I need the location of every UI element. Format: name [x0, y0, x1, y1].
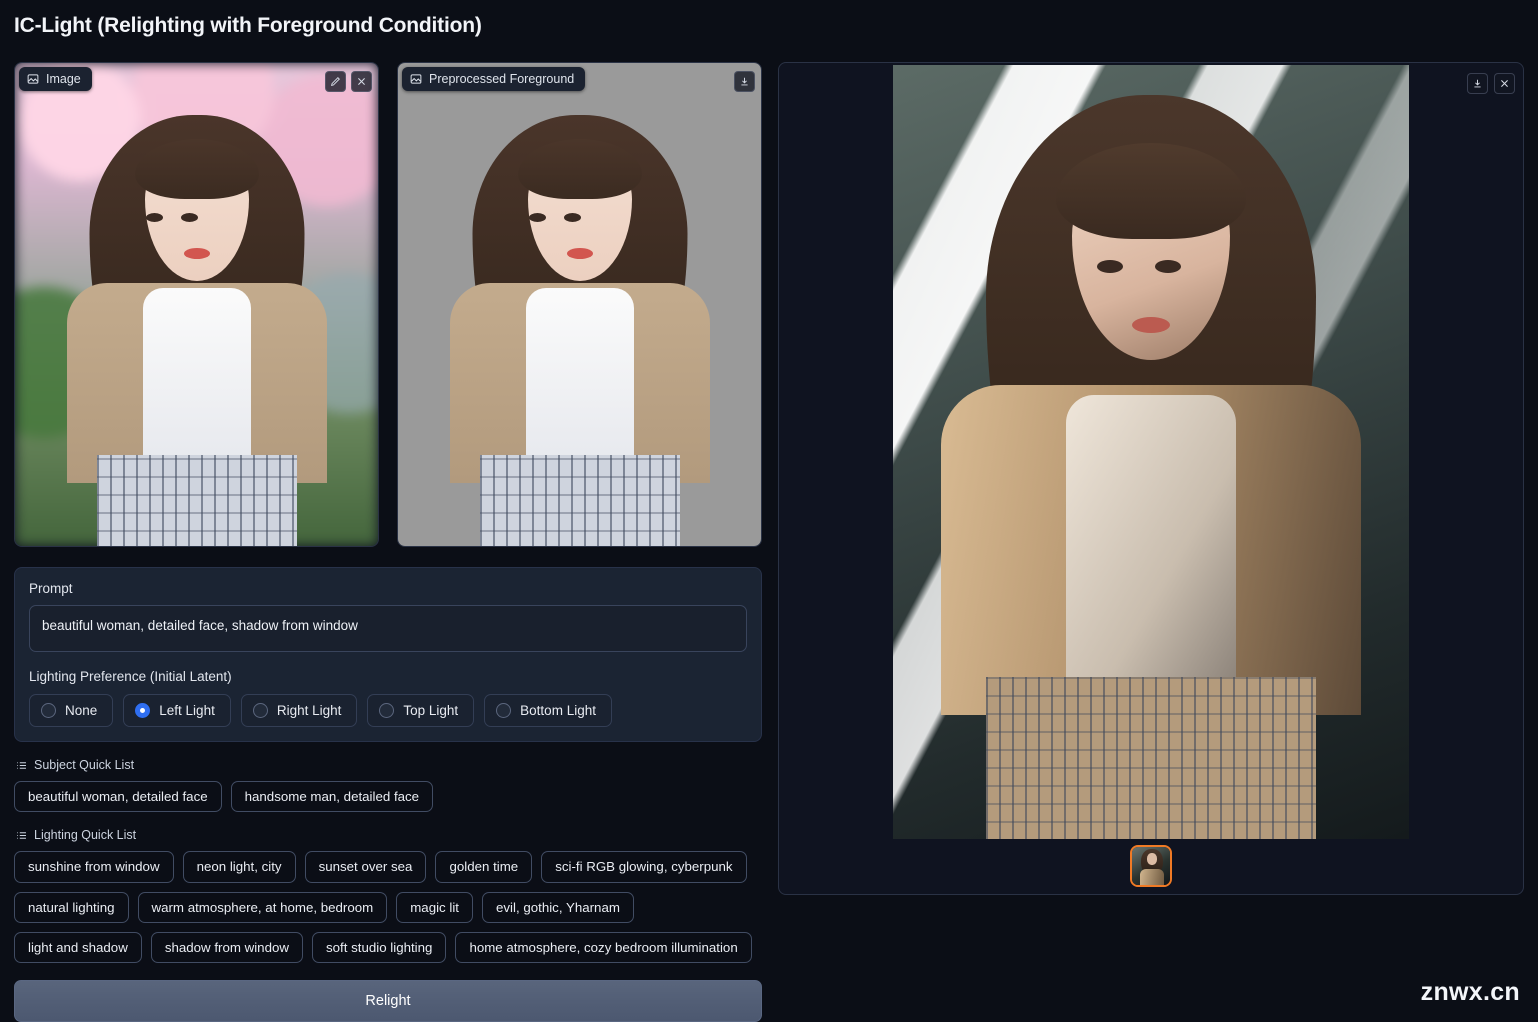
- close-result-button[interactable]: [1494, 73, 1515, 94]
- edit-image-button[interactable]: [325, 71, 346, 92]
- download-foreground-button[interactable]: [734, 71, 755, 92]
- left-column: Image: [14, 62, 762, 1022]
- radio-indicator: [41, 703, 56, 718]
- subject-quick-list-header: Subject Quick List: [16, 758, 762, 772]
- list-icon: [16, 830, 27, 841]
- prompt-label: Prompt: [29, 581, 747, 596]
- radio-indicator: [135, 703, 150, 718]
- preprocessed-foreground-panel[interactable]: Preprocessed Foreground: [397, 62, 762, 547]
- lighting-quick-list-label: Lighting Quick List: [34, 828, 136, 842]
- list-icon: [16, 760, 27, 771]
- preprocessed-foreground-image: [398, 63, 761, 546]
- input-image-tag: Image: [19, 67, 92, 91]
- lighting-chip[interactable]: shadow from window: [151, 932, 303, 963]
- prompt-input[interactable]: [29, 605, 747, 652]
- lighting-preference-options: None Left Light Right Light Top Light Bo: [29, 694, 747, 727]
- lighting-chip[interactable]: magic lit: [396, 892, 473, 923]
- site-watermark: znwx.cn: [1421, 978, 1520, 1007]
- lighting-chip[interactable]: evil, gothic, Yharnam: [482, 892, 634, 923]
- gallery-thumbnail[interactable]: [1130, 845, 1172, 887]
- lighting-preference-label: Lighting Preference (Initial Latent): [29, 669, 747, 684]
- input-image-panel[interactable]: Image: [14, 62, 379, 547]
- lighting-chip[interactable]: golden time: [435, 851, 532, 882]
- download-result-button[interactable]: [1467, 73, 1488, 94]
- lighting-chip[interactable]: sci-fi RGB glowing, cyberpunk: [541, 851, 746, 882]
- radio-indicator: [379, 703, 394, 718]
- lighting-chip[interactable]: sunshine from window: [14, 851, 174, 882]
- subject-quick-list-label: Subject Quick List: [34, 758, 134, 772]
- subject-chip[interactable]: handsome man, detailed face: [231, 781, 433, 812]
- lighting-chip[interactable]: home atmosphere, cozy bedroom illuminati…: [455, 932, 751, 963]
- relight-button[interactable]: Relight: [14, 980, 762, 1022]
- result-image[interactable]: [893, 65, 1409, 839]
- radio-indicator: [496, 703, 511, 718]
- preprocessed-foreground-tag: Preprocessed Foreground: [402, 67, 585, 91]
- lighting-chip[interactable]: soft studio lighting: [312, 932, 446, 963]
- radio-label: Right Light: [277, 703, 342, 718]
- input-image: [15, 63, 378, 546]
- result-toolbar: [1467, 73, 1515, 94]
- page-title: IC-Light (Relighting with Foreground Con…: [14, 14, 482, 38]
- input-image-toolbar: [325, 71, 372, 92]
- lighting-preference-group: Lighting Preference (Initial Latent) Non…: [29, 669, 747, 727]
- lighting-chip[interactable]: warm atmosphere, at home, bedroom: [138, 892, 388, 923]
- image-icon: [410, 73, 422, 85]
- result-panel: [778, 62, 1524, 895]
- radio-option-top-light[interactable]: Top Light: [367, 694, 474, 727]
- radio-option-bottom-light[interactable]: Bottom Light: [484, 694, 612, 727]
- lighting-chip[interactable]: sunset over sea: [305, 851, 427, 882]
- radio-label: None: [65, 703, 97, 718]
- lighting-quick-list-header: Lighting Quick List: [16, 828, 762, 842]
- lighting-chip[interactable]: neon light, city: [183, 851, 296, 882]
- preprocessed-foreground-toolbar: [734, 71, 755, 92]
- image-icon: [27, 73, 39, 85]
- radio-option-none[interactable]: None: [29, 694, 113, 727]
- input-images-row: Image: [14, 62, 762, 547]
- preprocessed-foreground-tag-label: Preprocessed Foreground: [429, 72, 574, 86]
- radio-label: Top Light: [403, 703, 458, 718]
- lighting-chip[interactable]: natural lighting: [14, 892, 129, 923]
- prompt-card: Prompt Lighting Preference (Initial Late…: [14, 567, 762, 742]
- lighting-quick-list-chips: sunshine from window neon light, city su…: [14, 851, 762, 963]
- lighting-chip[interactable]: light and shadow: [14, 932, 142, 963]
- radio-label: Bottom Light: [520, 703, 596, 718]
- radio-indicator: [253, 703, 268, 718]
- subject-quick-list-chips: beautiful woman, detailed face handsome …: [14, 781, 762, 812]
- radio-label: Left Light: [159, 703, 215, 718]
- radio-option-right-light[interactable]: Right Light: [241, 694, 358, 727]
- input-image-tag-label: Image: [46, 72, 81, 86]
- radio-option-left-light[interactable]: Left Light: [123, 694, 231, 727]
- clear-image-button[interactable]: [351, 71, 372, 92]
- subject-chip[interactable]: beautiful woman, detailed face: [14, 781, 222, 812]
- result-gallery-strip: [779, 845, 1523, 887]
